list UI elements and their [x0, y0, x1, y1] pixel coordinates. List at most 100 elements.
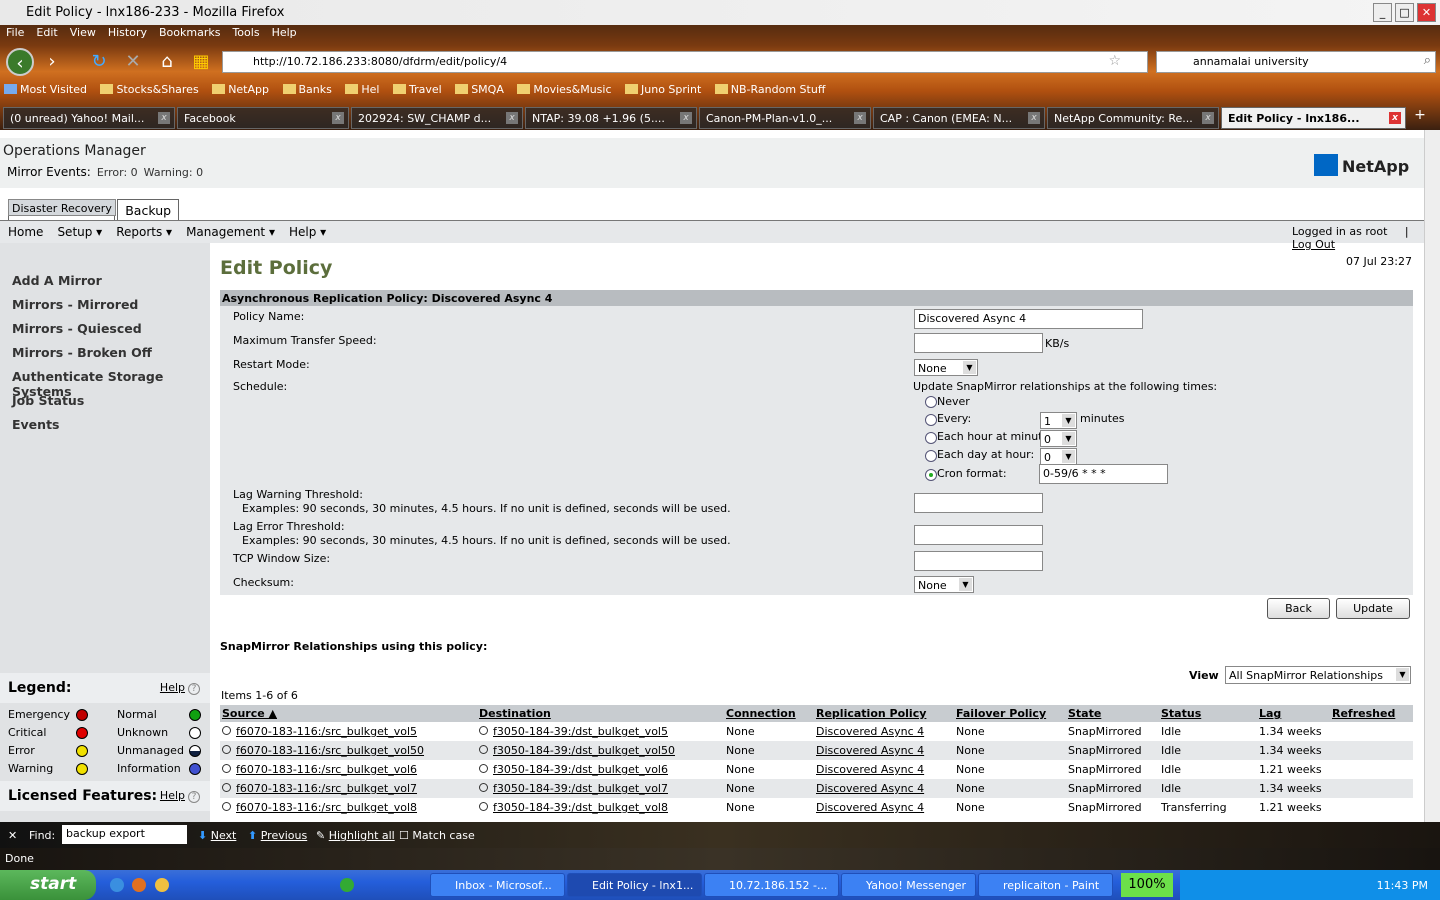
task-paint[interactable]: replicaiton - Paint — [978, 873, 1113, 897]
col-status[interactable]: Status — [1159, 705, 1257, 722]
browser-tab[interactable]: 202924: SW_CHAMP d... x — [351, 107, 523, 129]
bookmark-most-visited[interactable]: Most Visited — [4, 83, 87, 96]
home-icon[interactable]: ⌂ — [153, 48, 181, 76]
cell-link[interactable]: Discovered Async 4 — [816, 725, 924, 738]
highlight-all-button[interactable]: ✎ Highlight all — [316, 829, 395, 842]
bookmark-folder[interactable]: SMQA — [455, 83, 504, 96]
url-bar[interactable]: http://10.72.186.233:8080/dfdrm/edit/pol… — [222, 51, 1148, 73]
close-tab-icon[interactable]: x — [1028, 112, 1040, 124]
minimize-button[interactable]: _ — [1373, 3, 1392, 22]
radio-each-day[interactable] — [925, 450, 937, 462]
close-tab-icon[interactable]: x — [1389, 112, 1401, 124]
close-find-icon[interactable]: ✕ — [8, 829, 17, 842]
checksum-select[interactable]: None ▼ — [914, 576, 974, 593]
search-box[interactable]: annamalai university ⌕ — [1156, 51, 1436, 73]
col-destination[interactable]: Destination — [477, 705, 724, 722]
star-icon[interactable]: ☆ — [1108, 53, 1121, 69]
firefox-icon[interactable] — [132, 878, 146, 892]
browser-tab-active[interactable]: Edit Policy - lnx186... x — [1221, 107, 1406, 129]
close-tab-icon[interactable]: x — [680, 112, 692, 124]
bookmark-folder[interactable]: Travel — [392, 83, 442, 96]
lag-warning-input[interactable] — [914, 493, 1043, 513]
day-hour-select[interactable]: 0 ▼ — [1040, 448, 1077, 465]
col-state[interactable]: State — [1066, 705, 1159, 722]
nav-help[interactable]: Help ▾ — [289, 225, 326, 239]
close-tab-icon[interactable]: x — [506, 112, 518, 124]
close-tab-icon[interactable]: x — [332, 112, 344, 124]
chrome-icon[interactable] — [340, 878, 354, 892]
browser-tab[interactable]: Facebook x — [177, 107, 349, 129]
browser-tab[interactable]: Canon-PM-Plan-v1.0_... x — [699, 107, 871, 129]
close-tab-icon[interactable]: x — [854, 112, 866, 124]
menu-bookmarks[interactable]: Bookmarks — [159, 26, 220, 39]
menu-file[interactable]: File — [6, 26, 24, 39]
cell-link[interactable]: f6070-183-116:/src_bulkget_vol50 — [236, 744, 424, 757]
nav-management[interactable]: Management ▾ — [186, 225, 275, 239]
cell-link[interactable]: f3050-184-39:/dst_bulkget_vol5 — [493, 725, 668, 738]
browser-tab[interactable]: NetApp Community: Re... x — [1047, 107, 1219, 129]
zoom-indicator[interactable]: 100% — [1121, 873, 1173, 897]
stop-icon[interactable]: ✕ — [119, 48, 147, 76]
radio-cron[interactable] — [925, 469, 937, 481]
start-button[interactable]: start — [0, 870, 96, 900]
bookmark-folder[interactable]: Banks — [282, 83, 332, 96]
bookmark-folder[interactable]: Juno Sprint — [625, 83, 701, 96]
nav-setup[interactable]: Setup ▾ — [57, 225, 102, 239]
reload-icon[interactable]: ↻ — [85, 48, 113, 76]
menu-edit[interactable]: Edit — [36, 26, 57, 39]
menu-help[interactable]: Help — [272, 26, 297, 39]
tcp-window-input[interactable] — [914, 551, 1043, 571]
task-yahoo[interactable]: Yahoo! Messenger — [841, 873, 976, 897]
browser-tab[interactable]: CAP : Canon (EMEA: N... x — [873, 107, 1045, 129]
browser-tab[interactable]: (0 unread) Yahoo! Mail... x — [3, 107, 175, 129]
sidebar-job-status[interactable]: Job Status — [12, 393, 84, 408]
task-inbox[interactable]: Inbox - Microsof... — [430, 873, 565, 897]
task-edit-policy[interactable]: Edit Policy - lnx1... — [567, 873, 702, 897]
cell-link[interactable]: f6070-183-116:/src_bulkget_vol8 — [236, 801, 417, 814]
menu-tools[interactable]: Tools — [232, 26, 259, 39]
sidebar-events[interactable]: Events — [12, 417, 59, 432]
maximize-button[interactable]: □ — [1395, 3, 1414, 22]
bookmark-folder[interactable]: NetApp — [212, 83, 269, 96]
apps-icon[interactable]: ▦ — [187, 48, 215, 76]
back-button[interactable]: Back — [1267, 598, 1330, 619]
cell-link[interactable]: f3050-184-39:/dst_bulkget_vol8 — [493, 801, 668, 814]
find-previous-button[interactable]: ⬆ Previous — [248, 829, 307, 842]
every-select[interactable]: 1 ▼ — [1040, 412, 1077, 429]
search-icon[interactable]: ⌕ — [1424, 53, 1431, 68]
licensed-help-link[interactable]: Help? — [160, 789, 200, 803]
cell-link[interactable]: f3050-184-39:/dst_bulkget_vol6 — [493, 763, 668, 776]
bookmark-folder[interactable]: Movies&Music — [517, 83, 612, 96]
bookmark-folder[interactable]: Stocks&Shares — [100, 83, 199, 96]
warning-link[interactable]: Warning: 0 — [144, 166, 203, 179]
outlook-icon[interactable] — [155, 878, 169, 892]
nav-home[interactable]: Home — [8, 225, 43, 239]
task-remote[interactable]: 10.72.186.152 -... — [704, 873, 839, 897]
cell-link[interactable]: f6070-183-116:/src_bulkget_vol5 — [236, 725, 417, 738]
col-source[interactable]: Source ▲ — [220, 705, 477, 722]
cron-input[interactable]: 0-59/6 * * * — [1039, 464, 1168, 484]
sidebar-add-mirror[interactable]: Add A Mirror — [12, 273, 102, 288]
menu-view[interactable]: View — [70, 26, 96, 39]
close-tab-icon[interactable]: x — [158, 112, 170, 124]
update-button[interactable]: Update — [1336, 598, 1410, 619]
radio-each-hour[interactable] — [925, 432, 937, 444]
cell-link[interactable]: Discovered Async 4 — [816, 782, 924, 795]
radio-never[interactable] — [925, 396, 937, 408]
col-connection[interactable]: Connection — [724, 705, 814, 722]
cell-link[interactable]: Discovered Async 4 — [816, 744, 924, 757]
view-select[interactable]: All SnapMirror Relationships ▼ — [1225, 666, 1411, 684]
new-tab-button[interactable]: + — [1408, 107, 1432, 129]
hour-minute-select[interactable]: 0 ▼ — [1040, 430, 1077, 447]
ie-icon[interactable] — [110, 878, 124, 892]
sidebar-mirrors-quiesced[interactable]: Mirrors - Quiesced — [12, 321, 142, 336]
browser-tab[interactable]: NTAP: 39.08 +1.96 (5.... x — [525, 107, 697, 129]
cell-link[interactable]: Discovered Async 4 — [816, 801, 924, 814]
cell-link[interactable]: f6070-183-116:/src_bulkget_vol6 — [236, 763, 417, 776]
col-refreshed[interactable]: Refreshed — [1330, 705, 1413, 722]
col-lag[interactable]: Lag — [1257, 705, 1330, 722]
find-input[interactable]: backup export — [62, 825, 187, 844]
max-speed-input[interactable] — [914, 333, 1043, 353]
col-replication-policy[interactable]: Replication Policy — [814, 705, 954, 722]
bookmark-folder[interactable]: NB-Random Stuff — [714, 83, 825, 96]
